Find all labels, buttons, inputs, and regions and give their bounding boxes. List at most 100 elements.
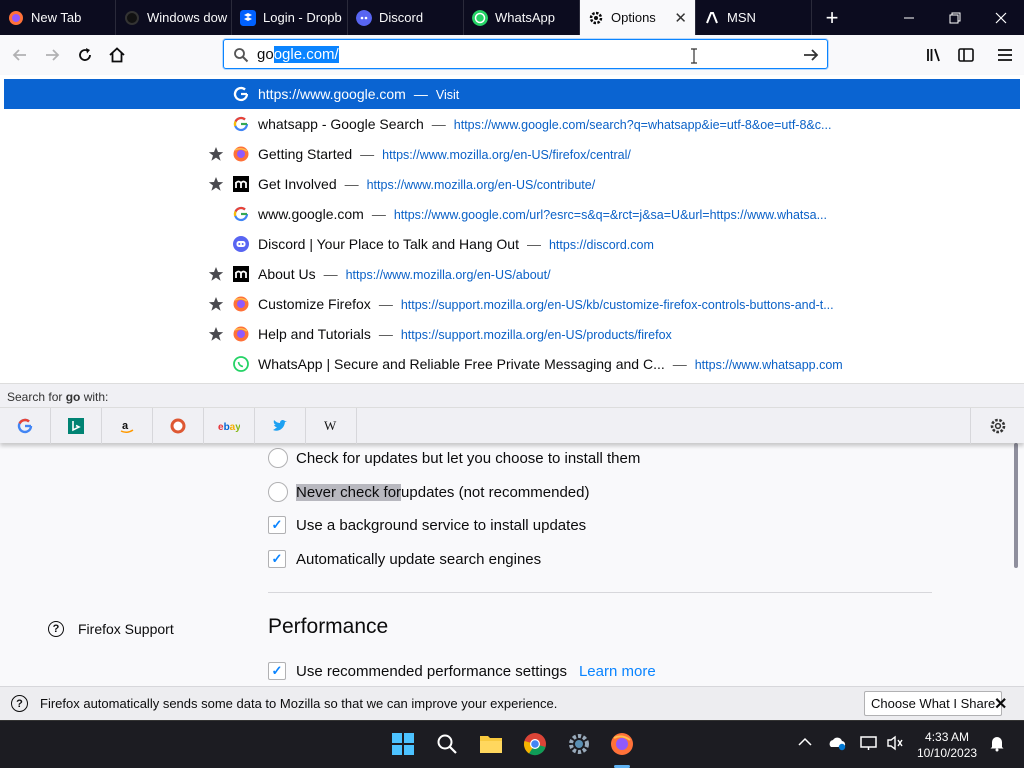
duckduckgo-icon (170, 418, 186, 434)
suggestion-url: https://www.whatsapp.com (694, 358, 843, 372)
separator-dash: — (344, 176, 359, 192)
checkbox-background-service[interactable]: ✓ Use a background service to install up… (268, 516, 586, 534)
close-tab-icon[interactable]: ✕ (674, 9, 687, 27)
back-icon[interactable] (6, 41, 34, 69)
tab-dropbox-login[interactable]: Login - Dropb (232, 0, 348, 35)
checkbox-checked[interactable]: ✓ (268, 662, 286, 680)
sidebar-icon[interactable] (952, 41, 980, 69)
github-icon (125, 10, 139, 25)
reload-icon[interactable] (71, 41, 99, 69)
windows-taskbar: 4:33 AM 10/10/2023 (0, 720, 1024, 768)
chevron-up-icon[interactable] (798, 735, 812, 750)
address-bar[interactable]: google.com/ (223, 39, 828, 69)
suggestion-row[interactable]: https://www.google.com — Visit (4, 79, 1020, 109)
one-off-search-engines: a ebay W (0, 407, 1024, 444)
close-icon[interactable]: ✕ (994, 694, 1007, 714)
tab-discord[interactable]: Discord (348, 0, 464, 35)
tab-label: WhatsApp (495, 10, 555, 25)
checkbox-checked[interactable]: ✓ (268, 550, 286, 568)
data-collection-notification: ? Firefox automatically sends some data … (0, 686, 1024, 720)
radio-button[interactable] (268, 448, 288, 468)
suggestion-action: Visit (435, 88, 460, 102)
choose-what-i-share-button[interactable]: Choose What I Share (864, 691, 1003, 716)
suggestion-row[interactable]: WhatsApp | Secure and Reliable Free Priv… (4, 349, 1020, 379)
system-clock[interactable]: 4:33 AM 10/10/2023 (917, 729, 977, 761)
suggestion-row[interactable]: whatsapp - Google Search — https://www.goo… (4, 109, 1020, 139)
radio-choose-updates[interactable]: Check for updates but let you choose to … (268, 448, 640, 468)
learn-more-link[interactable]: Learn more (579, 663, 656, 680)
clock-time: 4:33 AM (925, 730, 970, 744)
tab-whatsapp[interactable]: WhatsApp (464, 0, 580, 35)
search-icon[interactable] (434, 731, 460, 757)
amazon-engine-button[interactable]: a (102, 408, 153, 444)
checkbox-checked[interactable]: ✓ (268, 516, 286, 534)
tab-options[interactable]: Options ✕ (580, 0, 696, 35)
go-arrow-icon[interactable] (802, 46, 820, 64)
tab-new-tab[interactable]: New Tab (0, 0, 116, 35)
restore-icon[interactable] (932, 0, 978, 35)
radio-never-check[interactable]: Never check for updates (not recommended… (268, 482, 589, 502)
ebay-engine-button[interactable]: ebay (204, 408, 255, 444)
google-engine-button[interactable] (0, 408, 51, 444)
onedrive-icon[interactable] (828, 735, 848, 754)
suggestion-row[interactable]: Customize Firefox — https://support.mozill… (4, 289, 1020, 319)
suggestion-title: Getting Started (258, 146, 353, 162)
wikipedia-engine-button[interactable]: W (306, 408, 357, 444)
home-icon[interactable] (103, 41, 131, 69)
suggestion-url: https://www.mozilla.org/en-US/contribute… (366, 178, 596, 192)
separator-dash: — (360, 146, 375, 162)
find-highlight: Never check for (296, 483, 402, 501)
separator-dash: — (371, 206, 386, 222)
close-window-icon[interactable] (978, 0, 1024, 35)
tab-windows-download[interactable]: Windows dow (116, 0, 232, 35)
scrollbar[interactable] (1014, 443, 1018, 568)
firefox-icon (233, 296, 249, 312)
search-term: go (65, 390, 81, 404)
start-icon[interactable] (390, 731, 416, 757)
ebay-icon: ebay (218, 422, 240, 432)
twitter-engine-button[interactable] (255, 408, 306, 444)
twitter-icon (273, 419, 287, 431)
radio-button[interactable] (268, 482, 288, 502)
tab-msn[interactable]: MSN (696, 0, 812, 35)
firefox-support-link[interactable]: ? Firefox Support (48, 621, 174, 637)
suggestion-title: Customize Firefox (258, 296, 371, 312)
msn-icon (706, 11, 718, 23)
checkbox-auto-update-engines[interactable]: ✓ Automatically update search engines (268, 550, 541, 568)
display-icon[interactable] (860, 735, 878, 754)
library-icon[interactable] (920, 41, 948, 69)
firefox-taskbar-icon[interactable] (609, 731, 635, 757)
settings-icon[interactable] (566, 731, 592, 757)
typed-text: go (257, 46, 274, 63)
address-input[interactable]: google.com/ (257, 46, 339, 63)
notification-bell-icon[interactable] (988, 734, 1006, 755)
firefox-icon (9, 10, 23, 25)
tab-strip: New Tab Windows dow Login - Dropb Discor… (0, 0, 1024, 35)
suggestion-row[interactable]: Getting Started — https://www.mozilla.org/… (4, 139, 1020, 169)
bing-engine-button[interactable] (51, 408, 102, 444)
suggestion-row[interactable]: About Us — https://www.mozilla.org/en-US/a… (4, 259, 1020, 289)
gear-icon (589, 11, 603, 24)
forward-icon[interactable] (38, 41, 66, 69)
duckduckgo-engine-button[interactable] (153, 408, 204, 444)
suggestion-title: Discord | Your Place to Talk and Hang Ou… (258, 236, 519, 252)
separator-dash: — (323, 266, 338, 282)
minimize-icon[interactable] (886, 0, 932, 35)
menu-icon[interactable] (991, 41, 1019, 69)
new-tab-button[interactable]: + (814, 0, 850, 35)
checkbox-recommended-performance[interactable]: ✓ Use recommended performance settings L… (268, 662, 656, 680)
mozilla-icon (233, 266, 249, 282)
suggestion-row[interactable]: Get Involved — https://www.mozilla.org/en-… (4, 169, 1020, 199)
performance-heading: Performance (268, 615, 389, 638)
volume-muted-icon[interactable] (886, 735, 904, 754)
file-explorer-icon[interactable] (478, 731, 504, 757)
suggestion-row[interactable]: Discord | Your Place to Talk and Hang Ou… (4, 229, 1020, 259)
search-settings-button[interactable] (970, 408, 1024, 444)
suggestion-row[interactable]: Help and Tutorials — https://support.mozil… (4, 319, 1020, 349)
chrome-icon[interactable] (522, 731, 548, 757)
options-content: Check for updates but let you choose to … (0, 443, 1024, 686)
search-with-label: Search for go with: (0, 383, 1024, 407)
tab-label: Login - Dropb (263, 10, 342, 25)
suggestion-row[interactable]: www.google.com — https://www.google.com/ur… (4, 199, 1020, 229)
bookmark-star-icon (208, 267, 224, 281)
